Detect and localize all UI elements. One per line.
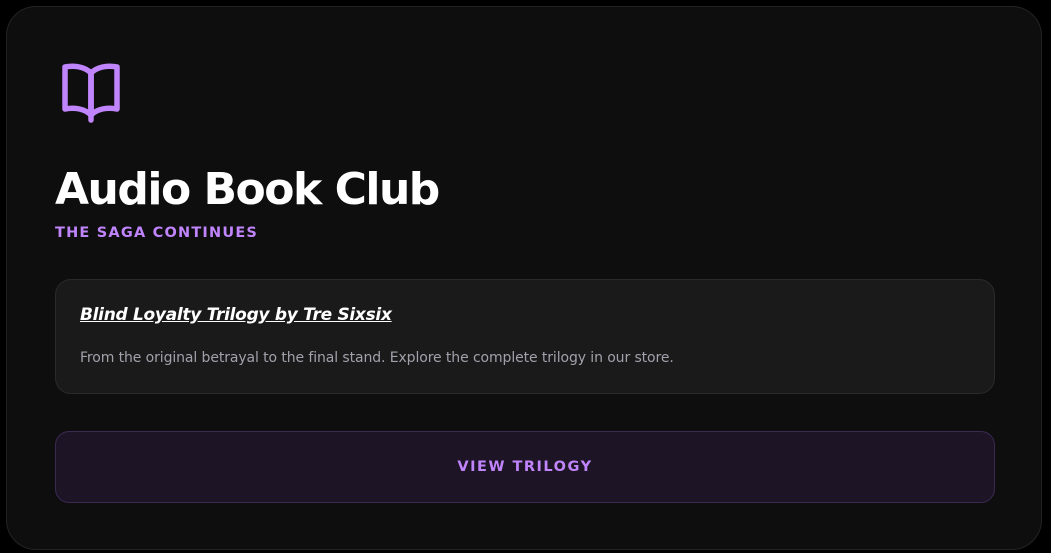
trilogy-info-box: Blind Loyalty Trilogy by Tre Sixsix From…: [55, 279, 995, 394]
page-subtitle: THE SAGA CONTINUES: [55, 225, 259, 241]
trilogy-link[interactable]: Blind Loyalty Trilogy by Tre Sixsix: [80, 305, 392, 325]
trilogy-description: From the original betrayal to the final …: [80, 350, 674, 366]
page-title: Audio Book Club: [55, 164, 440, 215]
audio-book-club-card: Audio Book Club THE SAGA CONTINUES Blind…: [6, 6, 1042, 550]
view-trilogy-button[interactable]: VIEW TRILOGY: [55, 431, 995, 503]
view-trilogy-label: VIEW TRILOGY: [457, 459, 593, 475]
book-open-icon: [55, 57, 127, 129]
